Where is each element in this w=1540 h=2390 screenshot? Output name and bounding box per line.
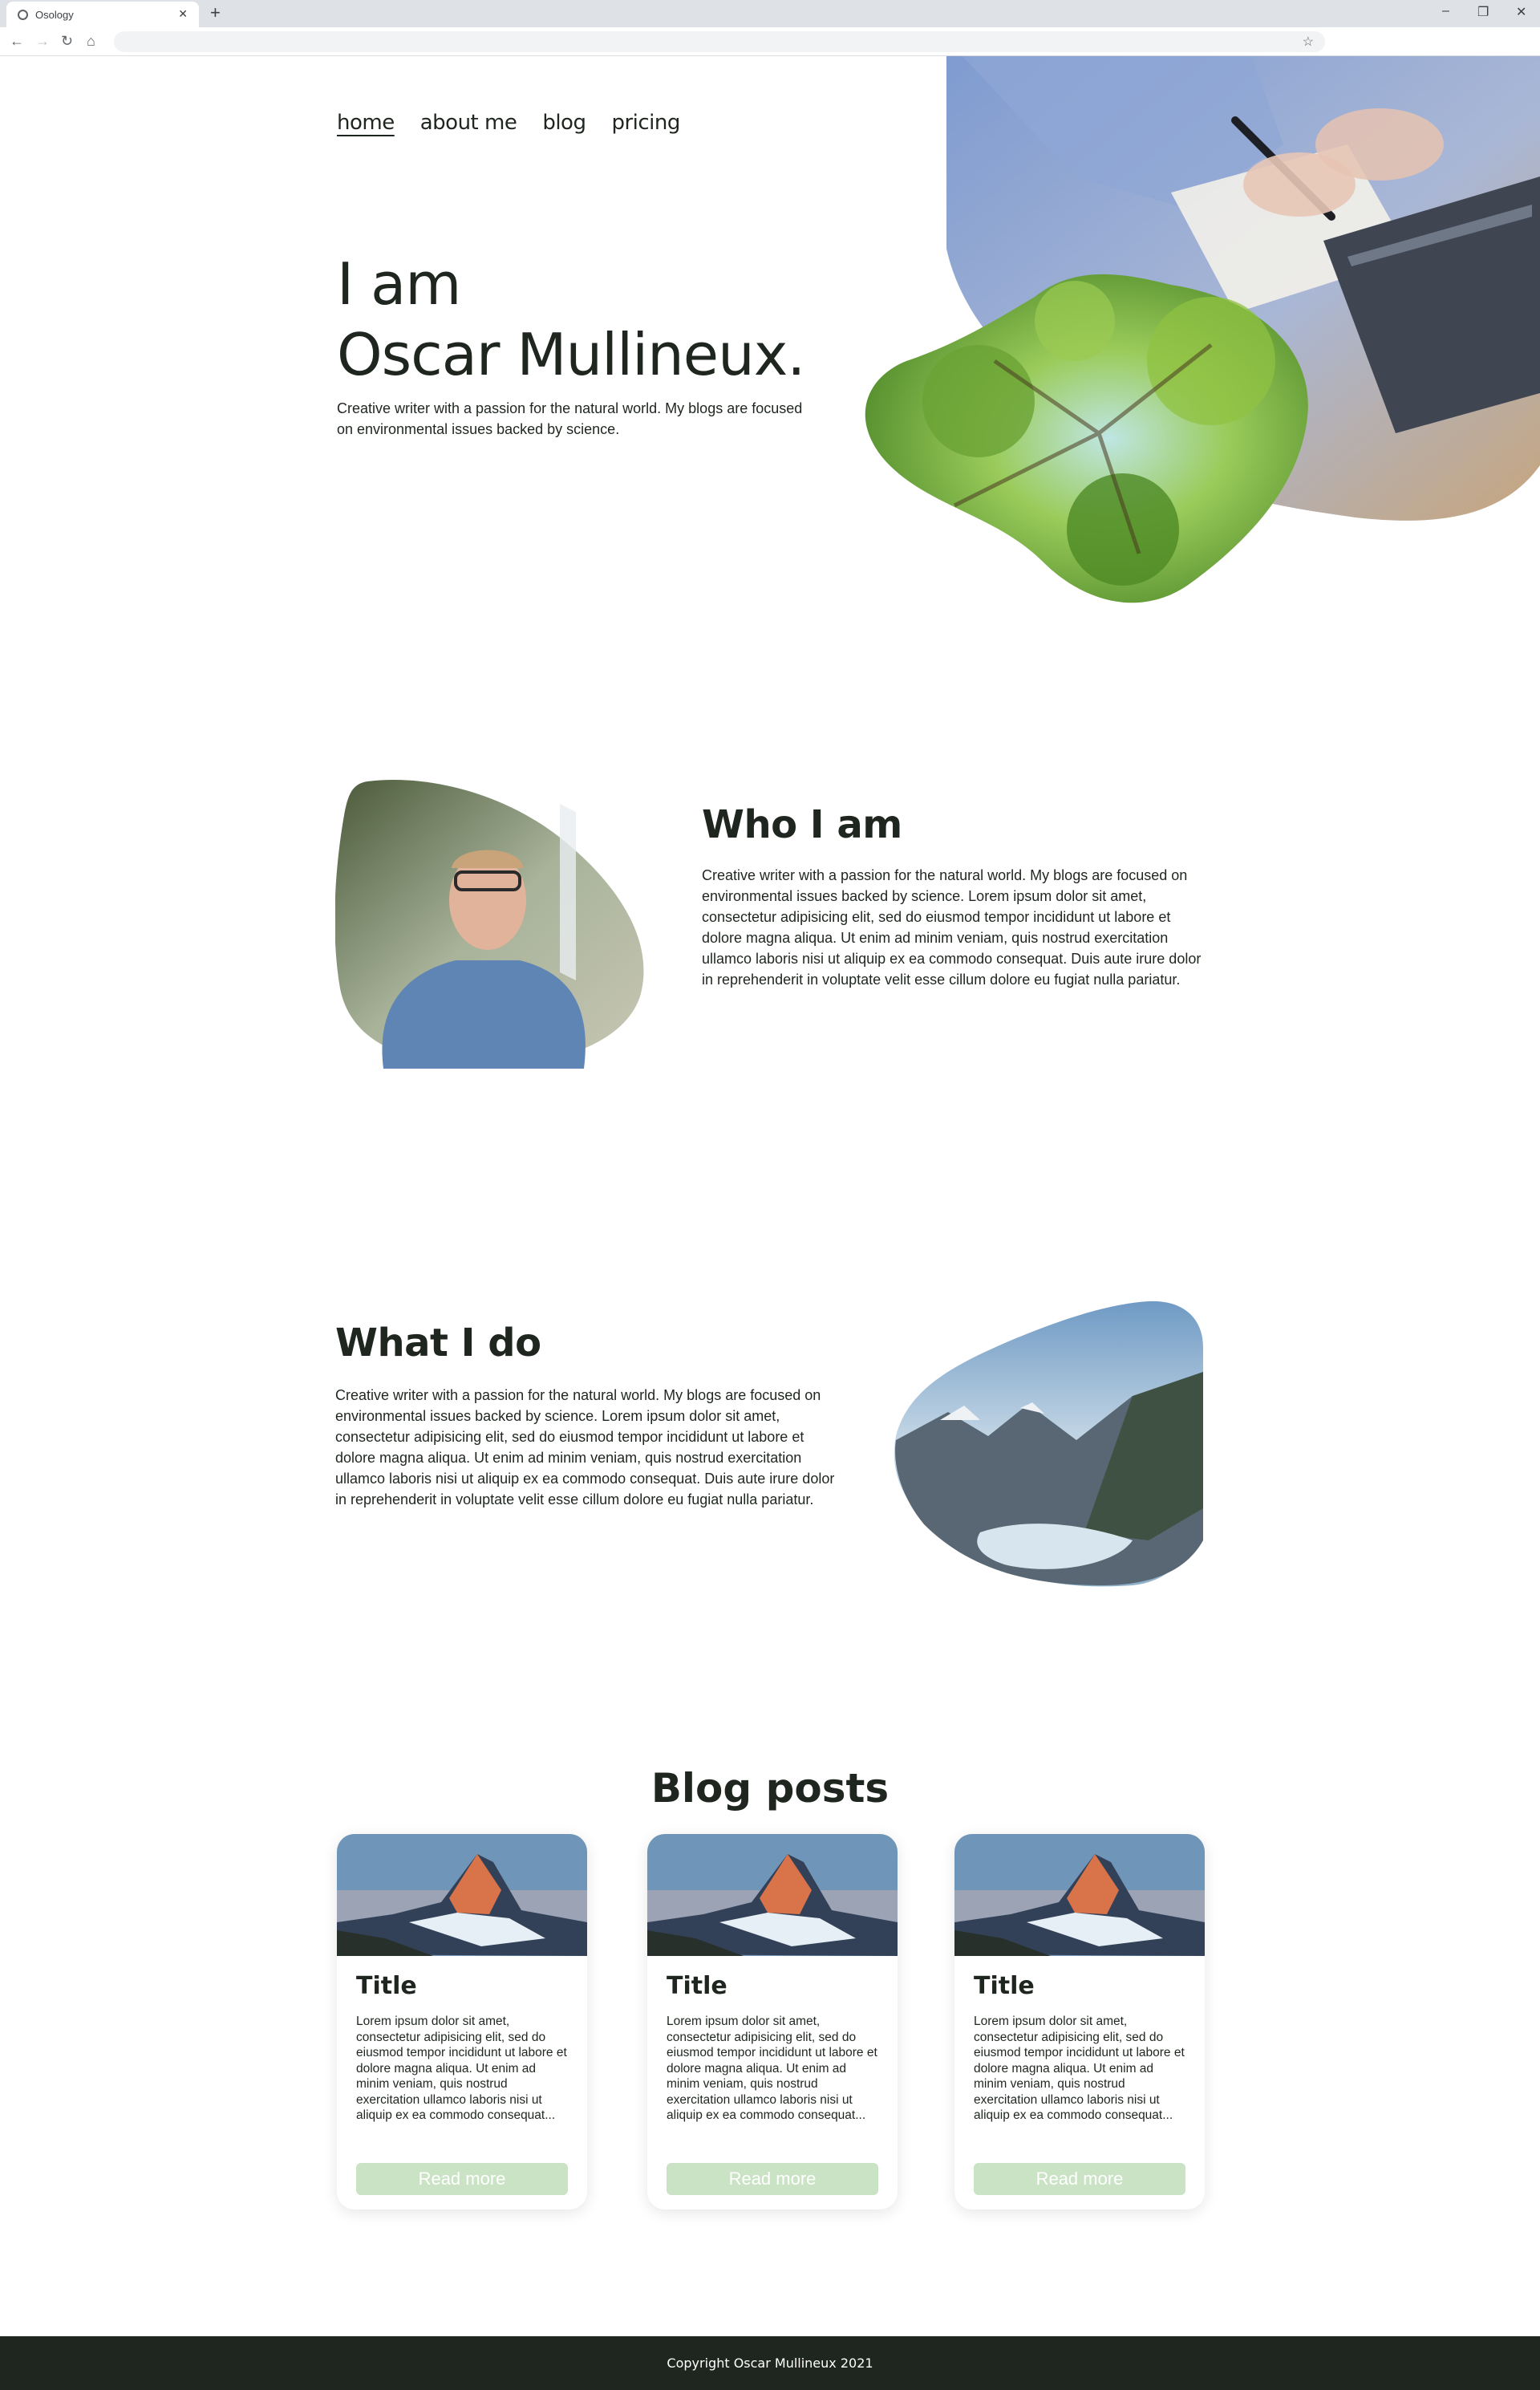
tab-close-icon[interactable]: ✕: [178, 7, 188, 21]
read-more-button[interactable]: Read more: [974, 2163, 1185, 2195]
footer: Copyright Oscar Mullineux 2021: [0, 2336, 1540, 2390]
forward-icon[interactable]: →: [35, 34, 50, 48]
what-section-text: Creative writer with a passion for the n…: [335, 1387, 835, 1507]
blog-card: Title Lorem ipsum dolor sit amet, consec…: [647, 1834, 898, 2209]
who-section-title: Who I am: [702, 802, 902, 847]
globe-icon: [18, 10, 28, 20]
blog-card-title: Title: [974, 1972, 1035, 2000]
nav-link-pricing[interactable]: pricing: [611, 111, 680, 135]
main-nav: home about me blog pricing: [337, 111, 680, 135]
what-section-title: What I do: [335, 1321, 541, 1365]
blog-card: Title Lorem ipsum dolor sit amet, consec…: [337, 1834, 587, 2209]
blog-card-title: Title: [356, 1972, 417, 2000]
browser-tab-bar: Osology ✕ + – ❐ ✕: [0, 0, 1540, 27]
tab-title: Osology: [35, 9, 74, 21]
nav-link-about[interactable]: about me: [420, 111, 517, 135]
read-more-button[interactable]: Read more: [667, 2163, 878, 2195]
new-tab-icon[interactable]: +: [210, 4, 221, 22]
blog-card-text: Lorem ipsum dolor sit amet, consectetur …: [356, 2015, 567, 2122]
footer-copyright: Copyright Oscar Mullineux 2021: [667, 2356, 873, 2371]
hero-title-line2: Oscar Mullineux.: [337, 321, 805, 388]
reload-icon[interactable]: ↻: [61, 34, 73, 48]
blog-card-image: [337, 1834, 587, 1956]
mountain-lake-photo: [894, 1301, 1203, 1587]
star-icon[interactable]: ☆: [1303, 34, 1314, 50]
nav-link-blog[interactable]: blog: [542, 111, 586, 135]
back-icon[interactable]: ←: [10, 34, 24, 48]
read-more-button[interactable]: Read more: [356, 2163, 568, 2195]
address-bar[interactable]: ☆: [114, 31, 1325, 52]
who-section-text: Creative writer with a passion for the n…: [702, 867, 1202, 988]
blog-card-image: [647, 1834, 898, 1956]
hero-image-collage: [865, 56, 1540, 603]
portrait-photo: [335, 780, 644, 1069]
blog-card-image: [954, 1834, 1205, 1956]
hero-title-line1: I am: [337, 250, 461, 318]
restore-icon[interactable]: ❐: [1477, 4, 1489, 20]
window-close-icon[interactable]: ✕: [1516, 4, 1526, 20]
home-icon[interactable]: ⌂: [87, 34, 95, 48]
blog-card-title: Title: [667, 1972, 727, 2000]
browser-toolbar: ← → ↻ ⌂ ☆: [0, 27, 1540, 56]
blog-card-text: Lorem ipsum dolor sit amet, consectetur …: [974, 2015, 1185, 2122]
hero-subtitle: Creative writer with a passion for the n…: [337, 400, 803, 437]
tree-canopy-photo: [865, 274, 1308, 603]
minimize-icon[interactable]: –: [1442, 4, 1449, 18]
blog-card: Title Lorem ipsum dolor sit amet, consec…: [954, 1834, 1205, 2209]
hero-title: I am Oscar Mullineux.: [337, 249, 805, 390]
blog-section-title: Blog posts: [650, 1765, 890, 1812]
browser-tab[interactable]: Osology ✕: [6, 2, 199, 27]
nav-link-home[interactable]: home: [337, 111, 395, 135]
blog-card-text: Lorem ipsum dolor sit amet, consectetur …: [667, 2015, 877, 2122]
